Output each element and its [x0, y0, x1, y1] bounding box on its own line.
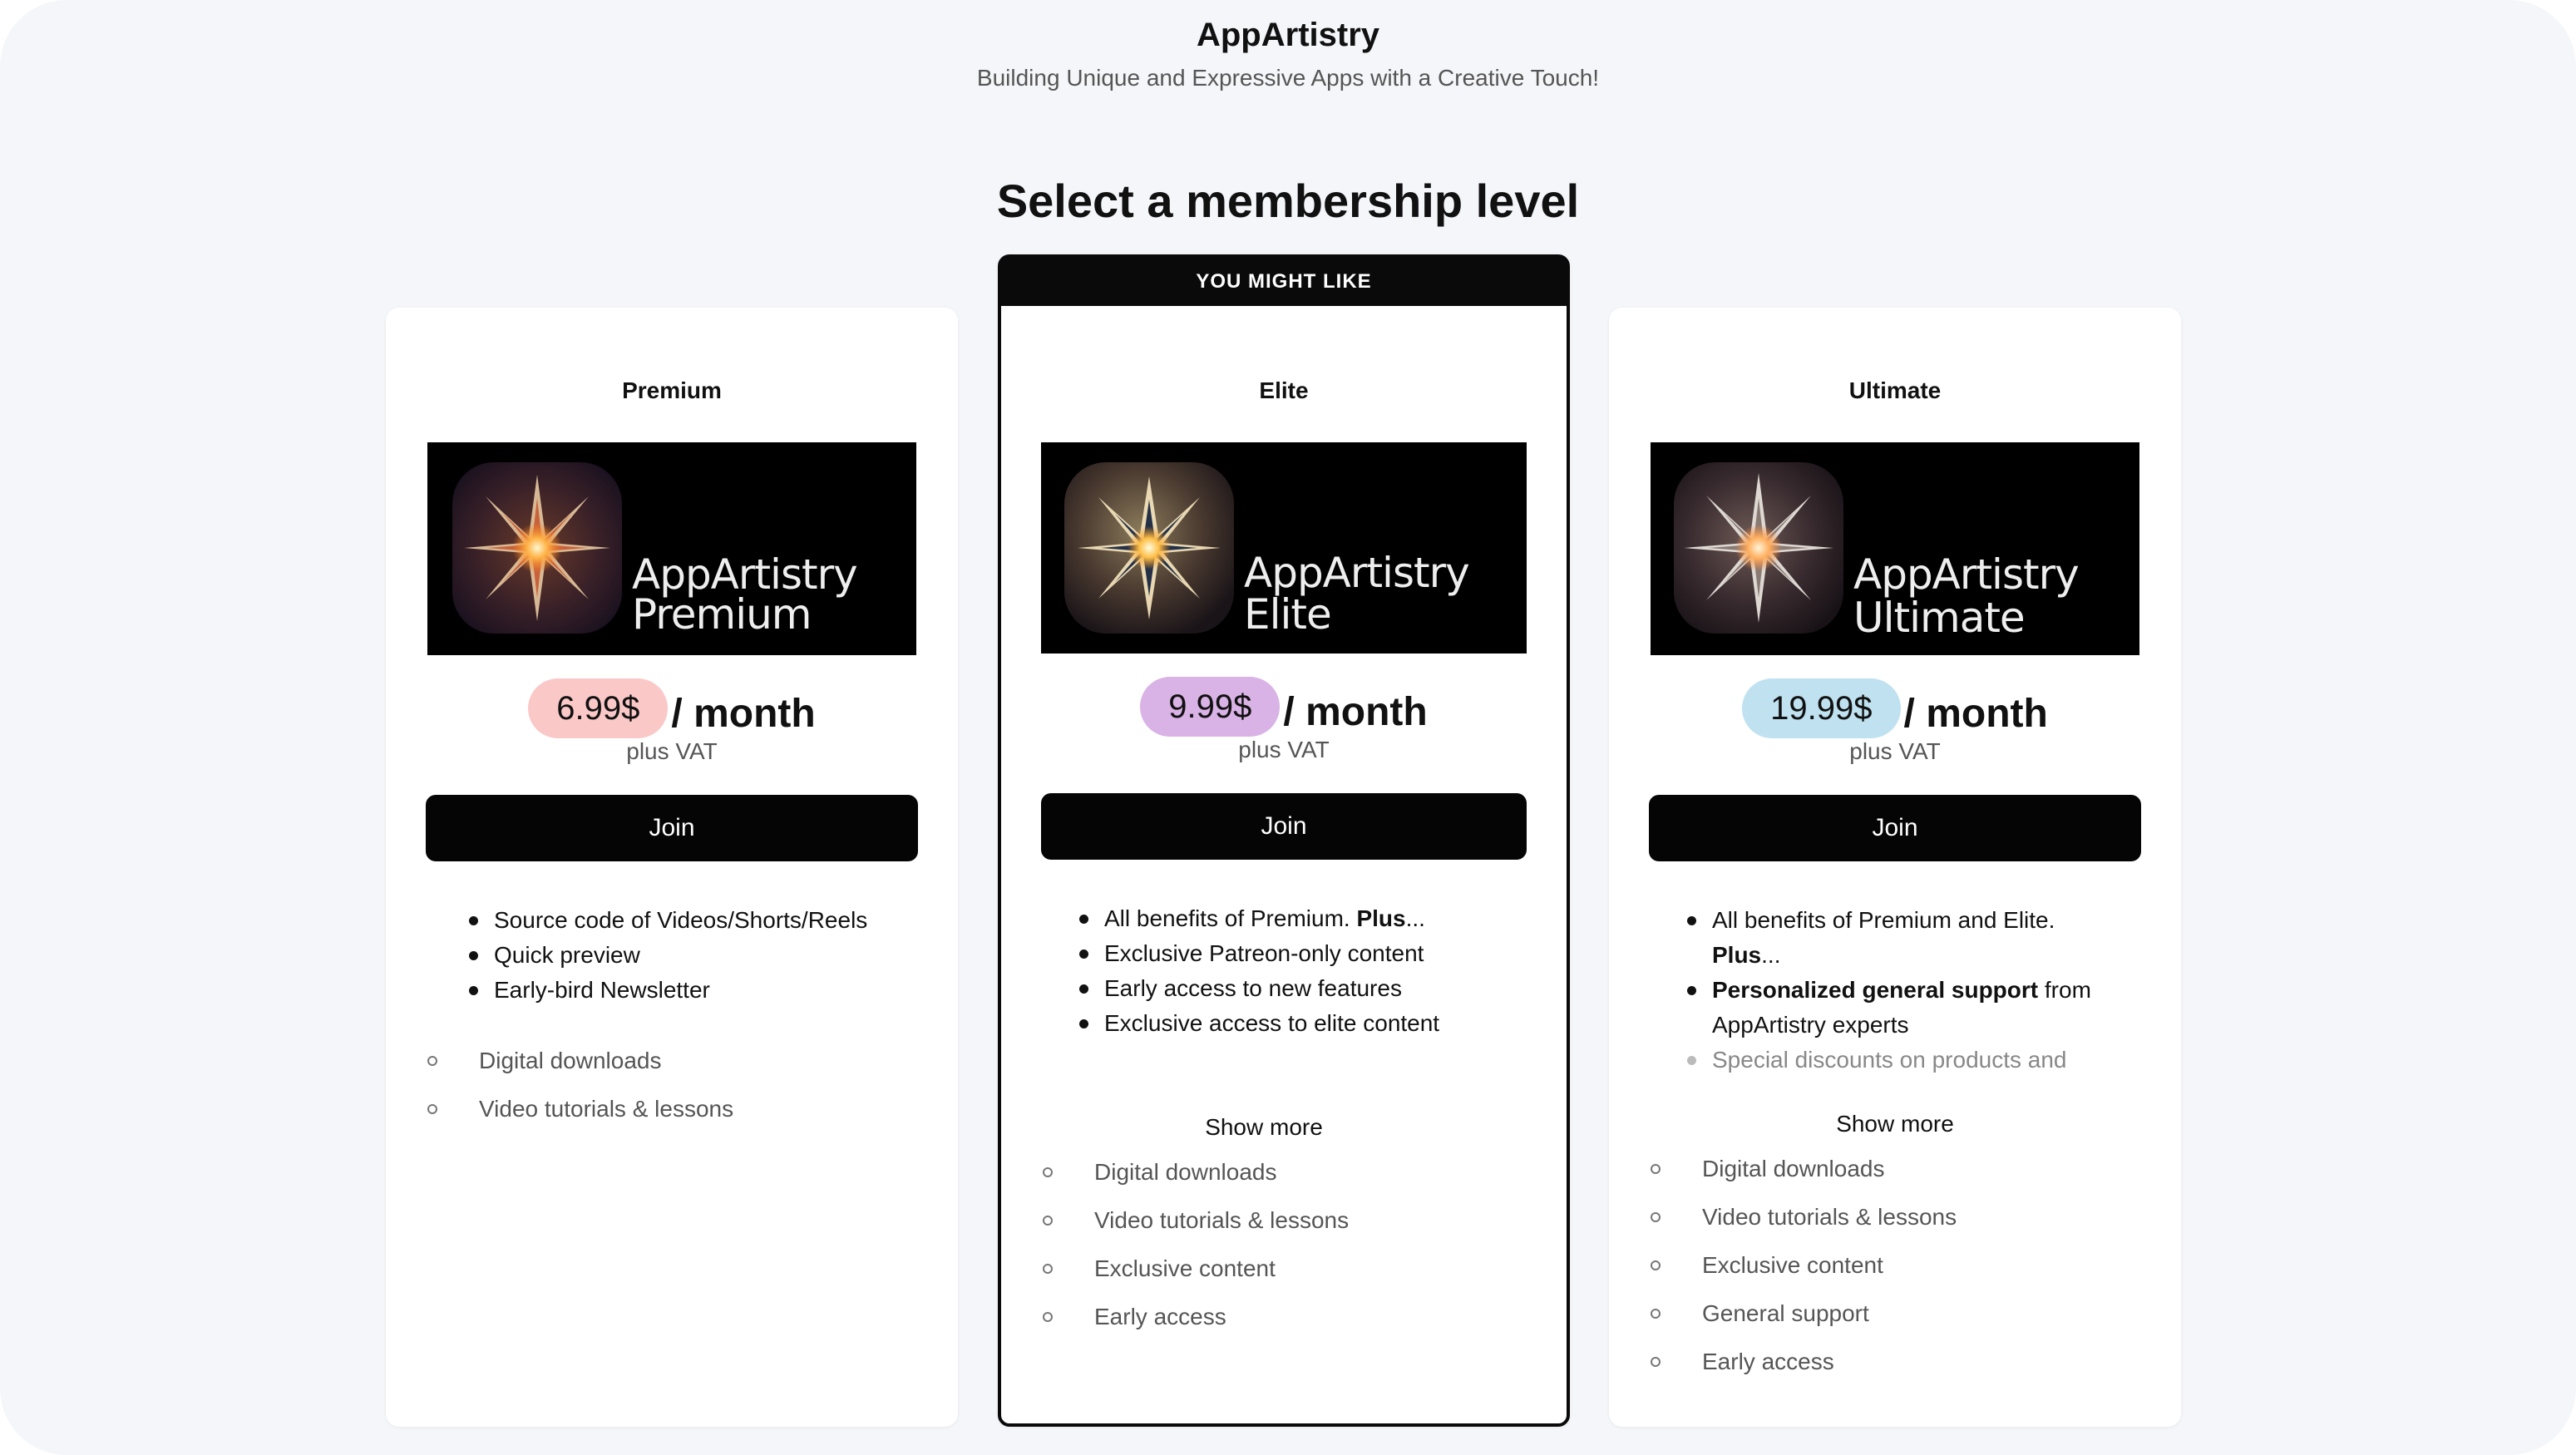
benefit-list: Digital downloads Video tutorials & less…	[1043, 1156, 1542, 1349]
benefit-item: Early access	[1043, 1300, 1542, 1349]
tier-name: Elite	[1259, 377, 1309, 403]
feature-item: Source code of Videos/Shorts/Reels	[464, 903, 930, 938]
feature-item: Special discounts on products and	[1682, 1043, 2115, 1078]
benefit-item: Video tutorials & lessons	[1651, 1201, 2149, 1249]
benefit-item: Early access	[1651, 1345, 2149, 1393]
benefit-item: General support	[1651, 1297, 2149, 1345]
membership-page: AppArtistry Building Unique and Expressi…	[0, 0, 2576, 1455]
benefit-item: Exclusive content	[1043, 1252, 1542, 1300]
benefit-item: Video tutorials & lessons	[1043, 1204, 1542, 1252]
benefit-item: Digital downloads	[1651, 1152, 2149, 1201]
tier-banner-image: AppArtistry Elite	[1041, 442, 1527, 654]
benefit-list: Digital downloads Video tutorials & less…	[427, 1044, 926, 1141]
price-period: / month	[1903, 691, 2048, 736]
vat-note: plus VAT	[1238, 737, 1330, 762]
feature-item: All benefits of Premium. Plus...	[1074, 901, 1548, 936]
banner-line-1: AppArtistry	[632, 550, 858, 599]
benefit-list: Digital downloads Video tutorials & less…	[1651, 1152, 2149, 1393]
price-row: 6.99$ / month	[386, 678, 958, 738]
feature-emphasis: Plus	[1356, 905, 1406, 931]
vat-note: plus VAT	[626, 738, 718, 764]
join-button[interactable]: Join	[1649, 795, 2141, 861]
feature-text: All benefits of Premium.	[1104, 905, 1357, 931]
tier-name: Premium	[622, 377, 722, 403]
tier-card-ultimate: Ultimate AppArtistry Ultimate 19.99$ / m…	[1609, 308, 2181, 1427]
show-more-link[interactable]: Show more	[1787, 1107, 2003, 1141]
price-row: 9.99$ / month	[1001, 677, 1567, 737]
feature-emphasis: Personalized general support	[1712, 977, 2039, 1003]
price-pill: 9.99$	[1140, 677, 1281, 737]
benefit-item: Video tutorials & lessons	[427, 1092, 926, 1141]
feature-item: Exclusive access to elite content	[1074, 1006, 1548, 1041]
feature-emphasis: Plus	[1712, 942, 1762, 968]
benefit-item: Digital downloads	[1043, 1156, 1542, 1204]
show-more-link[interactable]: Show more	[1156, 1111, 1372, 1144]
feature-item: Quick preview	[464, 938, 930, 973]
banner-line-1: AppArtistry	[1853, 550, 2080, 599]
tier-card-premium: Premium AppArtistry Premium 6.99$ / mont…	[386, 308, 958, 1427]
banner-line-1: AppArtistry	[1244, 549, 1470, 597]
feature-suffix: ...	[1761, 942, 1781, 968]
feature-item: Early-bird Newsletter	[464, 973, 930, 1008]
feature-suffix: ...	[1405, 905, 1425, 931]
recommended-badge: YOU MIGHT LIKE	[1001, 258, 1567, 306]
join-button[interactable]: Join	[1041, 793, 1527, 860]
feature-list: All benefits of Premium and Elite. Plus..…	[1682, 903, 2115, 1083]
feature-list: Source code of Videos/Shorts/Reels Quick…	[464, 903, 930, 1008]
price-pill: 6.99$	[528, 678, 669, 738]
banner-line-2: Premium	[632, 590, 812, 639]
price-period: / month	[1283, 689, 1428, 734]
feature-item-continued: services	[1682, 1078, 2115, 1083]
price-row: 19.99$ / month	[1609, 678, 2181, 738]
feature-text: All benefits of Premium and Elite.	[1712, 907, 2055, 933]
price-period: / month	[671, 691, 816, 736]
benefit-item: Exclusive content	[1651, 1249, 2149, 1297]
vat-note: plus VAT	[1849, 738, 1941, 764]
tier-banner-image: AppArtistry Premium	[427, 442, 916, 655]
join-button[interactable]: Join	[426, 795, 918, 861]
creator-name: AppArtistry	[1196, 17, 1380, 53]
feature-item: Personalized general support from AppArt…	[1682, 973, 2115, 1043]
tier-name: Ultimate	[1848, 377, 1942, 403]
banner-line-2: Ultimate	[1853, 594, 2026, 642]
feature-list: All benefits of Premium. Plus... Exclusi…	[1074, 901, 1548, 1041]
tier-card-elite: YOU MIGHT LIKE Elite AppArtistry Elite 9…	[998, 254, 1570, 1427]
banner-line-2: Elite	[1244, 590, 1332, 639]
creator-tagline: Building Unique and Expressive Apps with…	[976, 65, 1600, 91]
benefit-item: Digital downloads	[427, 1044, 926, 1092]
tier-banner-image: AppArtistry Ultimate	[1651, 442, 2139, 655]
feature-item: Exclusive Patreon-only content	[1074, 936, 1548, 971]
price-pill: 19.99$	[1742, 678, 1901, 738]
feature-item: Early access to new features	[1074, 971, 1548, 1006]
feature-item: All benefits of Premium and Elite. Plus..…	[1682, 903, 2115, 973]
page-title: Select a membership level	[996, 175, 1580, 227]
